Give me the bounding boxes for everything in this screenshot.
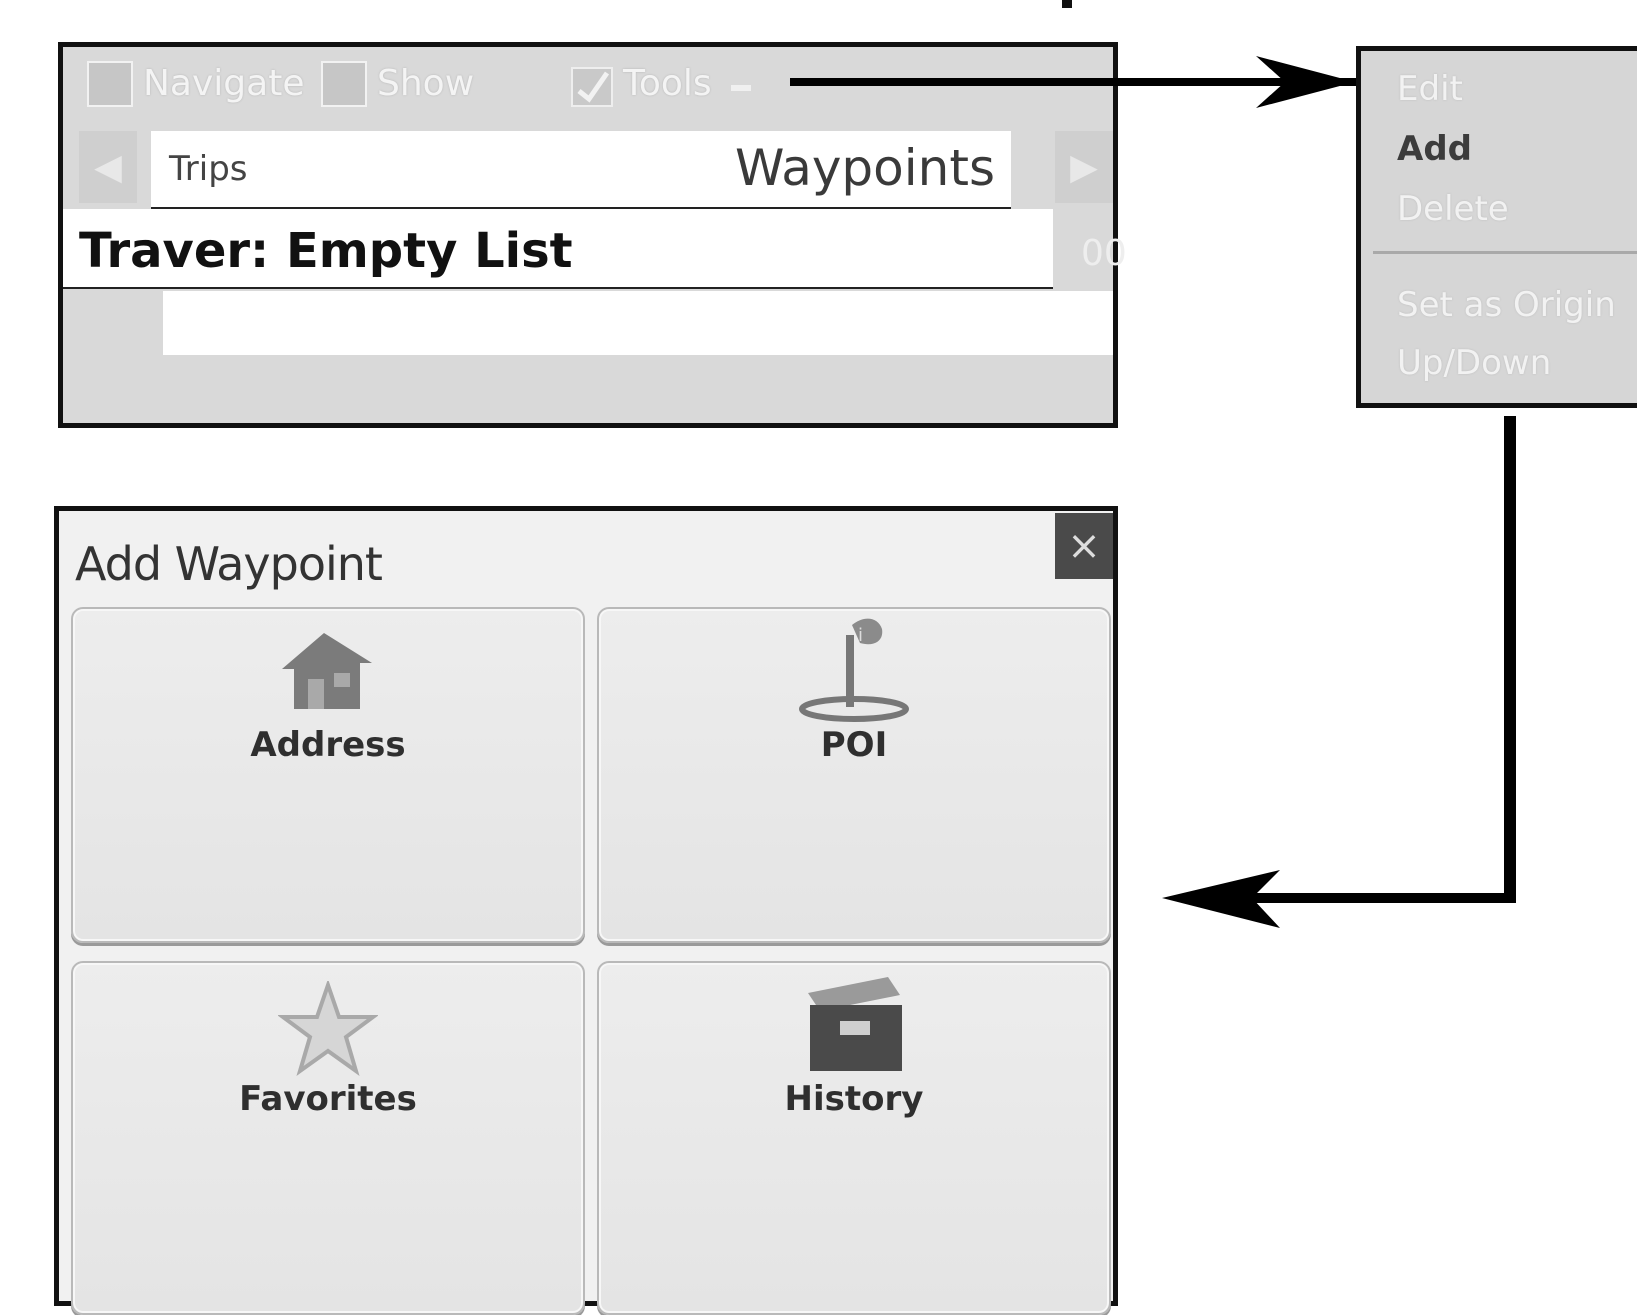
menu-item-up-down[interactable]: Up/Down xyxy=(1397,343,1551,383)
history-option[interactable]: History xyxy=(597,961,1111,1315)
top-edge-mark xyxy=(1062,0,1072,8)
arrow-left-icon: ◀ xyxy=(94,146,122,188)
menu-item-edit[interactable]: Edit xyxy=(1397,69,1463,109)
connector-arrow-to-dialog xyxy=(1162,416,1516,928)
house-icon xyxy=(282,633,372,709)
menu-divider xyxy=(1373,251,1637,254)
tools-menu: Edit Add Delete Set as Origin Up/Down xyxy=(1356,46,1637,408)
navigate-label[interactable]: Navigate xyxy=(143,63,304,104)
tab-trips[interactable]: Trips xyxy=(169,149,248,189)
list-status-text: Traver: Empty List xyxy=(79,223,573,279)
list-status-bar: Traver: Empty List xyxy=(63,209,1053,289)
tools-menu-button[interactable]: Tools xyxy=(571,63,771,109)
show-checkbox[interactable] xyxy=(321,61,367,107)
tools-icon xyxy=(571,67,613,107)
close-button[interactable]: × xyxy=(1055,513,1113,579)
close-icon: × xyxy=(1067,523,1101,569)
tab-strip: Trips Waypoints xyxy=(151,131,1011,209)
address-label: Address xyxy=(250,725,406,765)
tools-label: Tools xyxy=(623,63,712,104)
connector-arrow-to-menu xyxy=(790,56,1360,108)
right-edge-text: 00 xyxy=(1081,233,1127,274)
file-box-icon xyxy=(808,977,902,1071)
menu-item-set-as-origin[interactable]: Set as Origin xyxy=(1397,285,1616,325)
prev-tab-arrow[interactable]: ◀ xyxy=(79,131,137,203)
waypoint-list[interactable] xyxy=(163,291,1113,355)
favorites-option[interactable]: Favorites xyxy=(71,961,585,1315)
show-label[interactable]: Show xyxy=(377,63,474,104)
navigate-checkbox[interactable] xyxy=(87,61,133,107)
dialog-title: Add Waypoint xyxy=(75,537,383,591)
star-icon xyxy=(278,981,378,1076)
next-tab-arrow[interactable]: ▶ xyxy=(1055,131,1113,203)
address-option[interactable]: Address xyxy=(71,607,585,943)
add-waypoint-dialog: Add Waypoint × Address i POI Favorites H… xyxy=(54,506,1118,1315)
favorites-label: Favorites xyxy=(239,1079,417,1119)
tools-dropdown-icon xyxy=(731,85,751,91)
svg-text:i: i xyxy=(858,625,863,646)
menu-item-add[interactable]: Add xyxy=(1397,129,1472,169)
menu-item-delete[interactable]: Delete xyxy=(1397,189,1509,229)
poi-option[interactable]: i POI xyxy=(597,607,1111,943)
history-label: History xyxy=(784,1079,924,1119)
poi-flag-icon: i xyxy=(799,618,909,722)
poi-label: POI xyxy=(820,725,888,765)
tab-waypoints[interactable]: Waypoints xyxy=(735,139,995,197)
arrow-right-icon: ▶ xyxy=(1070,146,1098,188)
